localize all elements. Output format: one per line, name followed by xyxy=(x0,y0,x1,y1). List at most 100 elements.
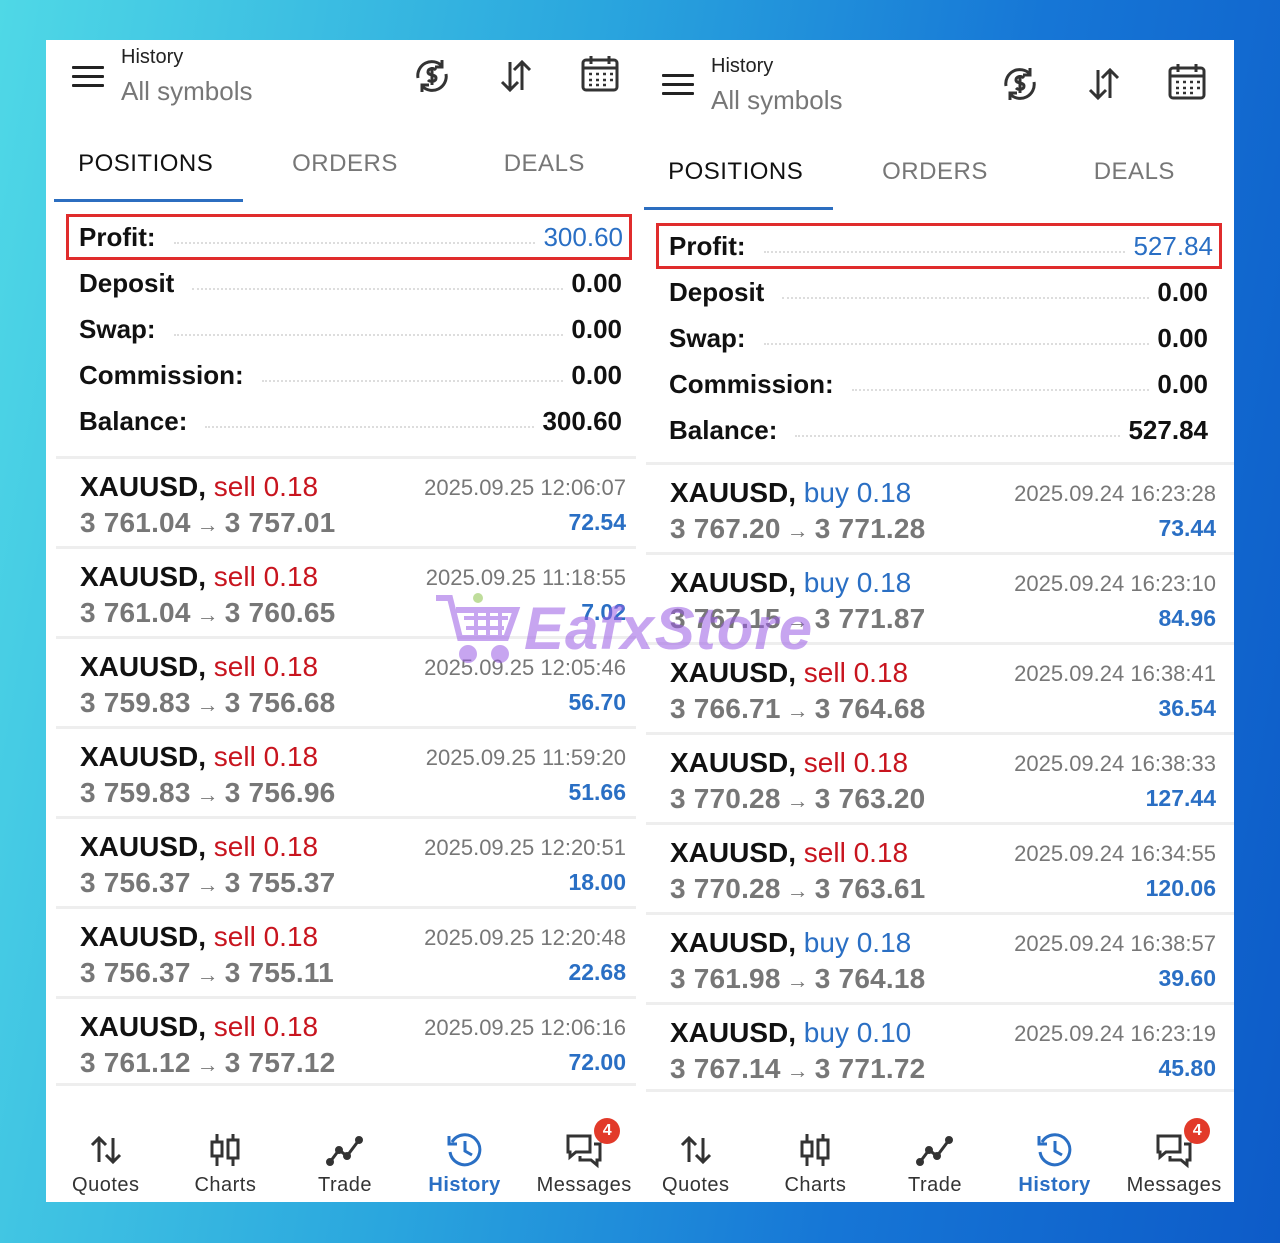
tab-orders[interactable]: ORDERS xyxy=(835,152,1034,202)
history-screen-right: History All symbols POSITIONS ORDERS DEA… xyxy=(636,40,1234,1202)
swap-row: Swap: 0.00 xyxy=(656,315,1222,361)
nav-messages-label: Messages xyxy=(1126,1174,1222,1196)
deal-close-price: 3 760.65 xyxy=(224,597,336,628)
deal-profit: 127.44 xyxy=(1145,785,1216,811)
deal-profit: 84.96 xyxy=(1158,605,1216,631)
trade-line-icon xyxy=(325,1136,363,1166)
quotes-arrows-icon xyxy=(680,1135,711,1165)
nav-charts[interactable]: Charts xyxy=(166,1118,286,1202)
tab-positions[interactable]: POSITIONS xyxy=(636,152,835,210)
trade-line-icon xyxy=(915,1136,953,1166)
deal-time: 2025.09.25 11:59:20 xyxy=(425,745,626,770)
deal-row[interactable]: XAUUSD, sell 0.18 3 761.12 → 3 757.12 2025… xyxy=(56,996,644,1086)
tab-positions[interactable]: POSITIONS xyxy=(46,144,245,202)
balance-value: 527.84 xyxy=(1128,414,1208,445)
nav-quotes[interactable]: Quotes xyxy=(636,1118,756,1202)
deal-time: 2025.09.24 16:23:19 xyxy=(1014,1021,1216,1046)
deal-symbol: XAUUSD, xyxy=(80,561,207,592)
tab-deals[interactable]: DEALS xyxy=(1035,152,1234,202)
deposit-value: 0.00 xyxy=(571,267,622,298)
deal-time: 2025.09.24 16:38:33 xyxy=(1014,751,1216,776)
sort-icon[interactable] xyxy=(496,56,536,96)
calendar-icon[interactable] xyxy=(580,54,620,94)
deal-side: sell 0.18 xyxy=(213,1011,319,1042)
deal-row[interactable]: XAUUSD, sell 0.18 3 770.28 → 3 763.20 2025… xyxy=(646,732,1234,822)
profit-value: 300.60 xyxy=(543,221,623,252)
nav-trade[interactable]: Trade xyxy=(285,1118,405,1202)
deal-open-price: 3 761.04 xyxy=(80,597,191,628)
nav-quotes[interactable]: Quotes xyxy=(46,1118,166,1202)
swap-value: 0.00 xyxy=(1157,322,1208,353)
nav-charts[interactable]: Charts xyxy=(756,1118,876,1202)
bottom-nav: Quotes Charts Trade History 4 Messages xyxy=(636,1118,1234,1202)
deal-row[interactable]: XAUUSD, sell 0.18 3 761.04 → 3 757.01 2025… xyxy=(56,456,644,546)
deal-time: 2025.09.24 16:38:41 xyxy=(1014,661,1216,686)
deal-row[interactable]: XAUUSD, sell 0.18 3 761.04 → 3 760.65 2025… xyxy=(56,546,644,636)
deal-symbol: XAUUSD, xyxy=(80,741,207,772)
deal-profit: 73.44 xyxy=(1158,515,1216,541)
nav-history-label: History xyxy=(1018,1174,1091,1196)
deal-side: sell 0.18 xyxy=(213,651,319,682)
deal-row[interactable]: XAUUSD, buy 0.18 3 767.15 → 3 771.87 2025.… xyxy=(646,552,1234,642)
deal-side: buy 0.18 xyxy=(803,927,912,958)
arrow-right-icon: → xyxy=(786,1058,809,1083)
deal-close-price: 3 755.37 xyxy=(224,867,336,898)
deal-symbol: XAUUSD, xyxy=(670,567,797,598)
symbol-filter[interactable]: All symbols xyxy=(711,85,842,116)
swap-label: Swap: xyxy=(669,322,756,354)
deposit-row: Deposit 0.00 xyxy=(66,260,632,306)
deal-open-price: 3 766.71 xyxy=(670,693,781,724)
nav-history[interactable]: History xyxy=(995,1118,1115,1202)
deal-open-price: 3 770.28 xyxy=(670,873,781,904)
menu-icon[interactable] xyxy=(662,74,694,98)
deal-profit: 72.00 xyxy=(568,1049,626,1075)
deal-open-price: 3 756.37 xyxy=(80,957,191,988)
commission-label: Commission: xyxy=(669,368,844,400)
deal-symbol: XAUUSD, xyxy=(670,747,797,778)
deal-row[interactable]: XAUUSD, sell 0.18 3 759.83 → 3 756.68 2025… xyxy=(56,636,644,726)
tab-orders[interactable]: ORDERS xyxy=(245,144,444,194)
menu-icon[interactable] xyxy=(72,66,104,90)
commission-label: Commission: xyxy=(79,359,254,391)
deal-row[interactable]: XAUUSD, sell 0.18 3 770.28 → 3 763.61 2025… xyxy=(646,822,1234,912)
messages-badge: 4 xyxy=(1184,1118,1211,1144)
calendar-icon[interactable] xyxy=(1167,62,1207,102)
nav-messages[interactable]: 4 Messages xyxy=(1114,1118,1234,1202)
nav-messages[interactable]: 4 Messages xyxy=(524,1118,644,1202)
currency-refresh-icon[interactable] xyxy=(1000,64,1040,104)
header-title: History xyxy=(711,55,774,77)
tab-deals[interactable]: DEALS xyxy=(445,144,644,194)
arrow-right-icon: → xyxy=(196,512,219,537)
deal-open-price: 3 767.15 xyxy=(670,603,781,634)
deals-list: XAUUSD, buy 0.18 3 767.20 → 3 771.28 2025.… xyxy=(646,462,1234,1092)
sort-icon[interactable] xyxy=(1084,64,1124,104)
deals-list: XAUUSD, sell 0.18 3 761.04 → 3 757.01 2025… xyxy=(56,456,644,1086)
deal-close-price: 3 757.01 xyxy=(224,507,336,538)
deal-row[interactable]: XAUUSD, sell 0.18 3 766.71 → 3 764.68 2025… xyxy=(646,642,1234,732)
summary-panel: Profit: 527.84 Deposit 0.00 Swap: 0.00 C… xyxy=(656,223,1222,453)
currency-refresh-icon[interactable] xyxy=(412,56,452,96)
deal-open-price: 3 756.37 xyxy=(80,867,191,898)
deal-close-price: 3 764.18 xyxy=(814,963,926,994)
deal-close-price: 3 771.87 xyxy=(814,603,926,634)
deal-row[interactable]: XAUUSD, buy 0.10 3 767.14 → 3 771.72 2025.… xyxy=(646,1002,1234,1092)
arrow-right-icon: → xyxy=(786,968,809,993)
arrow-right-icon: → xyxy=(786,518,809,543)
arrow-right-icon: → xyxy=(196,1052,219,1077)
deal-row[interactable]: XAUUSD, sell 0.18 3 759.83 → 3 756.96 2025… xyxy=(56,726,644,816)
deal-symbol: XAUUSD, xyxy=(670,1017,797,1048)
balance-row: Balance: 527.84 xyxy=(656,407,1222,453)
summary-panel: Profit: 300.60 Deposit 0.00 Swap: 0.00 C… xyxy=(66,214,632,444)
symbol-filter[interactable]: All symbols xyxy=(121,76,252,107)
swap-label: Swap: xyxy=(79,313,166,345)
nav-history[interactable]: History xyxy=(405,1118,525,1202)
deal-row[interactable]: XAUUSD, sell 0.18 3 756.37 → 3 755.37 2025… xyxy=(56,816,644,906)
deal-row[interactable]: XAUUSD, sell 0.18 3 756.37 → 3 755.11 2025… xyxy=(56,906,644,996)
quotes-arrows-icon xyxy=(90,1135,121,1165)
deal-row[interactable]: XAUUSD, buy 0.18 3 761.98 → 3 764.18 2025.… xyxy=(646,912,1234,1002)
nav-trade[interactable]: Trade xyxy=(875,1118,995,1202)
deal-close-price: 3 755.11 xyxy=(224,957,334,988)
deal-row[interactable]: XAUUSD, buy 0.18 3 767.20 → 3 771.28 2025.… xyxy=(646,462,1234,552)
deal-profit: 45.80 xyxy=(1158,1055,1216,1081)
bottom-nav: Quotes Charts Trade History 4 Messages xyxy=(46,1118,644,1202)
